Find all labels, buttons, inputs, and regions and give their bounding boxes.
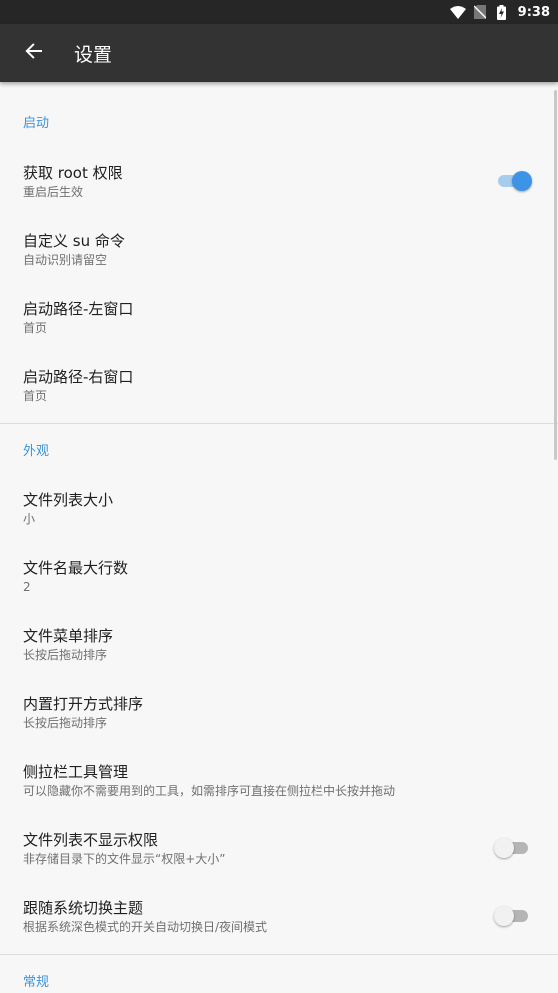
setting-summary: 首页 bbox=[23, 320, 48, 335]
setting-custom-su[interactable]: 自定义 su 命令 自动识别请留空 bbox=[0, 215, 558, 283]
back-button[interactable] bbox=[0, 24, 68, 82]
status-bar: 9:38 bbox=[0, 0, 558, 24]
setting-summary: 可以隐藏你不需要用到的工具，如需排序可直接在侧拉栏中长按并拖动 bbox=[23, 783, 396, 798]
hide-permission-switch[interactable] bbox=[494, 838, 532, 858]
setting-summary: 非存储目录下的文件显示“权限+大小” bbox=[23, 851, 226, 866]
setting-title: 内置打开方式排序 bbox=[23, 694, 144, 713]
setting-title: 侧拉栏工具管理 bbox=[23, 762, 129, 781]
setting-summary: 2 bbox=[23, 579, 31, 594]
setting-title: 跟随系统切换主题 bbox=[23, 898, 144, 917]
wifi-icon bbox=[449, 5, 466, 19]
setting-list-size[interactable]: 文件列表大小 小 bbox=[0, 474, 558, 542]
page-title: 设置 bbox=[74, 43, 113, 66]
root-permission-switch[interactable] bbox=[496, 171, 532, 191]
setting-title: 启动路径-右窗口 bbox=[23, 367, 134, 386]
follow-theme-switch[interactable] bbox=[494, 906, 532, 926]
setting-root-permission[interactable]: 获取 root 权限 重启后生效 bbox=[0, 147, 558, 215]
section-header-general: 常规 bbox=[23, 974, 50, 990]
arrow-back-icon bbox=[25, 42, 43, 64]
setting-title: 自定义 su 命令 bbox=[23, 231, 125, 250]
setting-title: 获取 root 权限 bbox=[23, 163, 123, 182]
setting-open-with-sort[interactable]: 内置打开方式排序 长按后拖动排序 bbox=[0, 678, 558, 746]
setting-hide-permission[interactable]: 文件列表不显示权限 非存储目录下的文件显示“权限+大小” bbox=[0, 814, 558, 882]
setting-title: 文件列表大小 bbox=[23, 490, 114, 509]
no-sim-icon bbox=[472, 5, 488, 19]
setting-summary: 首页 bbox=[23, 388, 48, 403]
setting-follow-system-theme[interactable]: 跟随系统切换主题 根据系统深色模式的开关自动切换日/夜间模式 bbox=[0, 882, 558, 950]
battery-charging-icon bbox=[494, 4, 510, 20]
setting-summary: 根据系统深色模式的开关自动切换日/夜间模式 bbox=[23, 919, 268, 934]
section-header-appearance: 外观 bbox=[23, 443, 50, 459]
setting-menu-sort[interactable]: 文件菜单排序 长按后拖动排序 bbox=[0, 610, 558, 678]
setting-summary: 长按后拖动排序 bbox=[23, 715, 108, 730]
setting-summary: 长按后拖动排序 bbox=[23, 647, 108, 662]
setting-sidebar-tools[interactable]: 侧拉栏工具管理 可以隐藏你不需要用到的工具，如需排序可直接在侧拉栏中长按并拖动 bbox=[0, 746, 558, 814]
setting-title: 文件列表不显示权限 bbox=[23, 830, 159, 849]
setting-max-lines[interactable]: 文件名最大行数 2 bbox=[0, 542, 558, 610]
setting-summary: 重启后生效 bbox=[23, 184, 84, 199]
setting-summary: 小 bbox=[23, 511, 36, 526]
scrollbar[interactable] bbox=[554, 90, 557, 460]
setting-right-path[interactable]: 启动路径-右窗口 首页 bbox=[0, 351, 558, 419]
setting-left-path[interactable]: 启动路径-左窗口 首页 bbox=[0, 283, 558, 351]
setting-title: 启动路径-左窗口 bbox=[23, 299, 134, 318]
section-header-startup: 启动 bbox=[23, 115, 50, 131]
settings-list: 启动 获取 root 权限 重启后生效 自定义 su 命令 自动识别请留空 启动… bbox=[0, 82, 558, 993]
setting-summary: 自动识别请留空 bbox=[23, 252, 108, 267]
status-time: 9:38 bbox=[517, 4, 550, 20]
setting-title: 文件名最大行数 bbox=[23, 558, 129, 577]
setting-title: 文件菜单排序 bbox=[23, 626, 114, 645]
app-bar: 设置 bbox=[0, 24, 558, 82]
